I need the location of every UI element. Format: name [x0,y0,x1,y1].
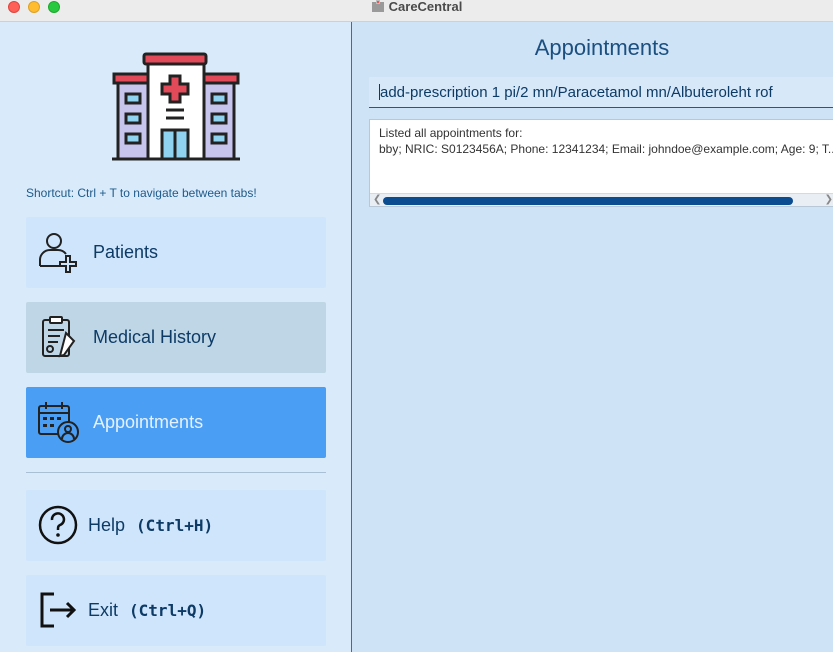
question-mark-icon [38,505,78,545]
exit-button[interactable]: Exit (Ctrl+Q) [26,575,326,646]
nav-label-appointments: Appointments [93,412,204,432]
exit-shortcut: (Ctrl+Q) [129,601,207,620]
help-button[interactable]: Help (Ctrl+H) [26,490,326,561]
exit-label: Exit (Ctrl+Q) [88,600,206,621]
exit-label-text: Exit [88,600,119,620]
window-title: CareCentral [0,0,833,14]
nav-button-medical-history[interactable]: Medical History [26,302,326,373]
scrollbar-thumb[interactable] [383,197,793,205]
help-shortcut: (Ctrl+H) [136,516,214,535]
shortcut-hint: Shortcut: Ctrl + T to navigate between t… [26,186,257,200]
sidebar-divider [26,472,326,473]
command-input-value: add-prescription 1 pi/2 mn/Paracetamol m… [380,84,773,101]
horizontal-scrollbar[interactable]: ❮ ❯ [370,193,833,206]
help-label-text: Help [88,515,126,535]
window-title-bar: CareCentral [0,0,833,22]
nav-label-medical-history: Medical History [93,327,217,347]
clipboard-icon [42,316,76,358]
nav-label-patients: Patients [93,242,159,262]
nav-button-patients[interactable]: Patients [26,217,326,288]
app-icon [371,0,384,12]
page-title: Appointments [534,35,670,60]
sidebar: Shortcut: Ctrl + T to navigate between t… [0,22,352,652]
command-input[interactable]: add-prescription 1 pi/2 mn/Paracetamol m… [369,77,833,108]
result-display[interactable]: Listed all appointments for: bby; NRIC: … [369,119,833,207]
window-title-text: CareCentral [388,0,463,14]
scroll-right-icon[interactable]: ❯ [825,194,833,206]
main-panel: Appointments add-prescription 1 pi/2 mn/… [352,22,833,652]
hospital-logo-icon [112,52,240,161]
nav-button-appointments[interactable]: Appointments [26,387,326,458]
result-line-2: bby; NRIC: S0123456A; Phone: 12341234; E… [379,142,833,156]
result-text: Listed all appointments for: bby; NRIC: … [379,125,833,157]
result-line-1: Listed all appointments for: [379,126,523,140]
add-patient-icon [39,233,77,273]
scroll-left-icon[interactable]: ❮ [373,194,381,206]
exit-icon [40,592,77,628]
calendar-doctor-icon [38,402,79,443]
help-label: Help (Ctrl+H) [88,515,213,536]
